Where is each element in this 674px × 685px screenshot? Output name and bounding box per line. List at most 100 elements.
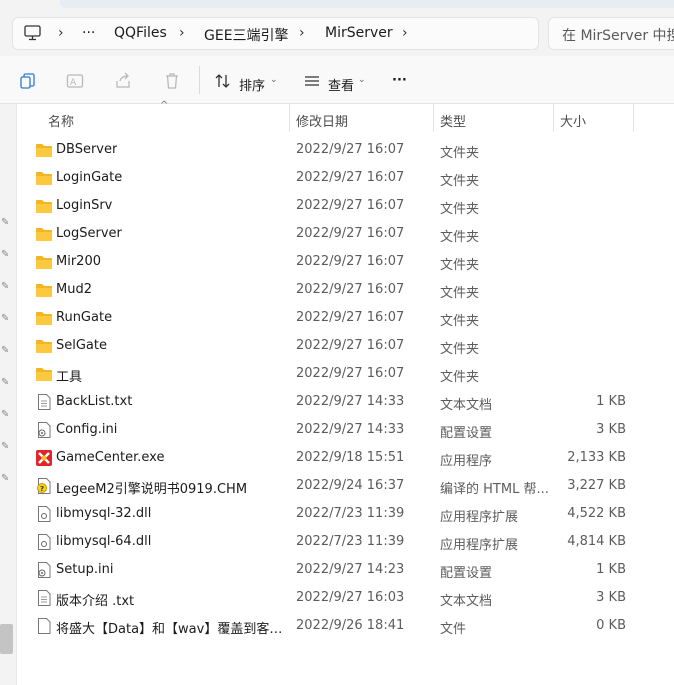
delete-icon[interactable]: [163, 72, 181, 90]
file-row[interactable]: GameCenter.exe 2022/9/18 15:51 应用程序 2,133 K…: [17, 444, 667, 472]
file-date: 2022/9/24 16:37: [296, 478, 405, 493]
file-date: 2022/9/27 16:07: [296, 142, 405, 157]
chevron-right-icon[interactable]: ›: [58, 25, 64, 41]
column-divider[interactable]: [433, 104, 434, 132]
chevron-down-icon[interactable]: ⌄: [270, 75, 278, 85]
share-icon[interactable]: [114, 72, 132, 90]
file-row[interactable]: libmysql-64.dll 2022/7/23 11:39 应用程序扩展 4,81…: [17, 528, 667, 556]
file-size: 1 KB: [596, 394, 626, 409]
file-type: 文本文档: [440, 398, 493, 413]
file-date: 2022/9/27 16:03: [296, 590, 405, 605]
file-size: 3 KB: [596, 590, 626, 605]
file-row[interactable]: 工具 2022/9/27 16:07 文件夹: [17, 360, 667, 388]
svg-text:?: ?: [40, 485, 44, 493]
folder-icon: [35, 365, 53, 383]
file-name: libmysql-32.dll: [56, 506, 152, 521]
file-type: 文件夹: [440, 174, 480, 189]
sort-button[interactable]: 排序: [239, 75, 265, 94]
breadcrumb-more[interactable]: ···: [82, 25, 95, 41]
column-divider[interactable]: [553, 104, 554, 132]
file-date: 2022/9/27 16:07: [296, 338, 405, 353]
file-date: 2022/9/18 15:51: [296, 450, 405, 465]
file-name: BackList.txt: [56, 394, 133, 409]
column-label: 类型: [440, 115, 467, 130]
file-type: 文件夹: [440, 370, 480, 385]
dll-file-icon: [35, 505, 53, 523]
breadcrumb-item-gee[interactable]: GEE三端引擎: [204, 25, 289, 45]
file-type: 配置设置: [440, 426, 493, 441]
navigation-pane[interactable]: [0, 104, 17, 685]
search-input[interactable]: 在 MirServer 中搜索: [548, 17, 674, 50]
file-name: LoginSrv: [56, 198, 113, 213]
file-name: LogServer: [56, 226, 122, 241]
file-row[interactable]: Mud2 2022/9/27 16:07 文件夹: [17, 276, 667, 304]
file-row[interactable]: ? LegeeM2引擎说明书0919.CHM 2022/9/24 16:37 编译的 …: [17, 472, 667, 500]
column-divider[interactable]: [633, 104, 634, 132]
file-row[interactable]: SelGate 2022/9/27 16:07 文件夹: [17, 332, 667, 360]
file-row[interactable]: DBServer 2022/9/27 16:07 文件夹: [17, 136, 667, 164]
pin-icon: ✎: [1, 409, 10, 420]
pin-icon: ✎: [1, 281, 10, 292]
file-row[interactable]: RunGate 2022/9/27 16:07 文件夹: [17, 304, 667, 332]
file-date: 2022/9/27 16:07: [296, 282, 405, 297]
breadcrumb-item-mirserver[interactable]: MirServer: [325, 25, 393, 41]
file-size: 3 KB: [596, 422, 626, 437]
pin-icon: ✎: [1, 377, 10, 388]
file-size: 2,133 KB: [567, 450, 626, 465]
file-row[interactable]: Mir200 2022/9/27 16:07 文件夹: [17, 248, 667, 276]
file-date: 2022/7/23 11:39: [296, 534, 405, 549]
sort-icon[interactable]: [214, 72, 232, 90]
file-type: 应用程序扩展: [440, 510, 519, 525]
rename-icon[interactable]: A: [66, 72, 84, 90]
file-type: 配置设置: [440, 566, 493, 581]
folder-icon: [35, 197, 53, 215]
file-name: 将盛大【Data】和【wav】覆盖到客户端...: [56, 622, 291, 637]
file-type: 文件夹: [440, 286, 480, 301]
blank-file-icon: [35, 617, 53, 635]
file-date: 2022/9/27 16:07: [296, 198, 405, 213]
file-date: 2022/9/27 16:07: [296, 366, 405, 381]
file-date: 2022/9/27 14:33: [296, 422, 405, 437]
file-row[interactable]: Setup.ini 2022/9/27 14:23 配置设置 1 KB: [17, 556, 667, 584]
computer-icon[interactable]: [24, 25, 41, 41]
sort-ascending-icon: ^: [160, 100, 169, 111]
file-date: 2022/9/27 16:07: [296, 254, 405, 269]
file-type: 文件夹: [440, 314, 480, 329]
file-row[interactable]: 版本介绍 .txt 2022/9/27 16:03 文本文档 3 KB: [17, 584, 667, 612]
file-name: Mir200: [56, 254, 101, 269]
column-divider[interactable]: [289, 104, 290, 132]
view-icon[interactable]: [303, 72, 321, 90]
chevron-right-icon[interactable]: ›: [402, 25, 408, 41]
chevron-down-icon[interactable]: ⌄: [358, 75, 366, 85]
file-name: DBServer: [56, 142, 118, 157]
pin-icon: ✎: [1, 249, 10, 260]
more-options-button[interactable]: ···: [392, 73, 407, 88]
breadcrumb-item-qqfiles[interactable]: QQFiles: [114, 25, 167, 41]
file-row[interactable]: LogServer 2022/9/27 16:07 文件夹: [17, 220, 667, 248]
file-date: 2022/9/26 18:41: [296, 618, 405, 633]
file-row[interactable]: libmysql-32.dll 2022/7/23 11:39 应用程序扩展 4,52…: [17, 500, 667, 528]
file-date: 2022/7/23 11:39: [296, 506, 405, 521]
file-type: 文件夹: [440, 202, 480, 217]
file-row[interactable]: LoginSrv 2022/9/27 16:07 文件夹: [17, 192, 667, 220]
file-row[interactable]: LoginGate 2022/9/27 16:07 文件夹: [17, 164, 667, 192]
file-date: 2022/9/27 16:07: [296, 170, 405, 185]
folder-icon: [35, 253, 53, 271]
view-button[interactable]: 查看: [328, 75, 354, 94]
pin-icon: ✎: [1, 217, 10, 228]
copy-icon[interactable]: [19, 72, 37, 90]
file-row[interactable]: Config.ini 2022/9/27 14:33 配置设置 3 KB: [17, 416, 667, 444]
file-row[interactable]: BackList.txt 2022/9/27 14:33 文本文档 1 KB: [17, 388, 667, 416]
file-date: 2022/9/27 14:23: [296, 562, 405, 577]
file-type: 文件夹: [440, 342, 480, 357]
chevron-right-icon[interactable]: ›: [299, 25, 305, 41]
file-size: 3,227 KB: [567, 478, 626, 493]
toolbar-separator: [199, 66, 200, 94]
chevron-right-icon[interactable]: ›: [179, 25, 185, 41]
nav-scrollbar[interactable]: [0, 624, 13, 654]
file-row[interactable]: 将盛大【Data】和【wav】覆盖到客户端... 2022/9/26 18:41 文…: [17, 612, 667, 640]
search-placeholder: 在 MirServer 中搜索: [562, 28, 674, 44]
file-name: Mud2: [56, 282, 92, 297]
file-size: 4,814 KB: [567, 534, 626, 549]
file-name: GameCenter.exe: [56, 450, 165, 465]
